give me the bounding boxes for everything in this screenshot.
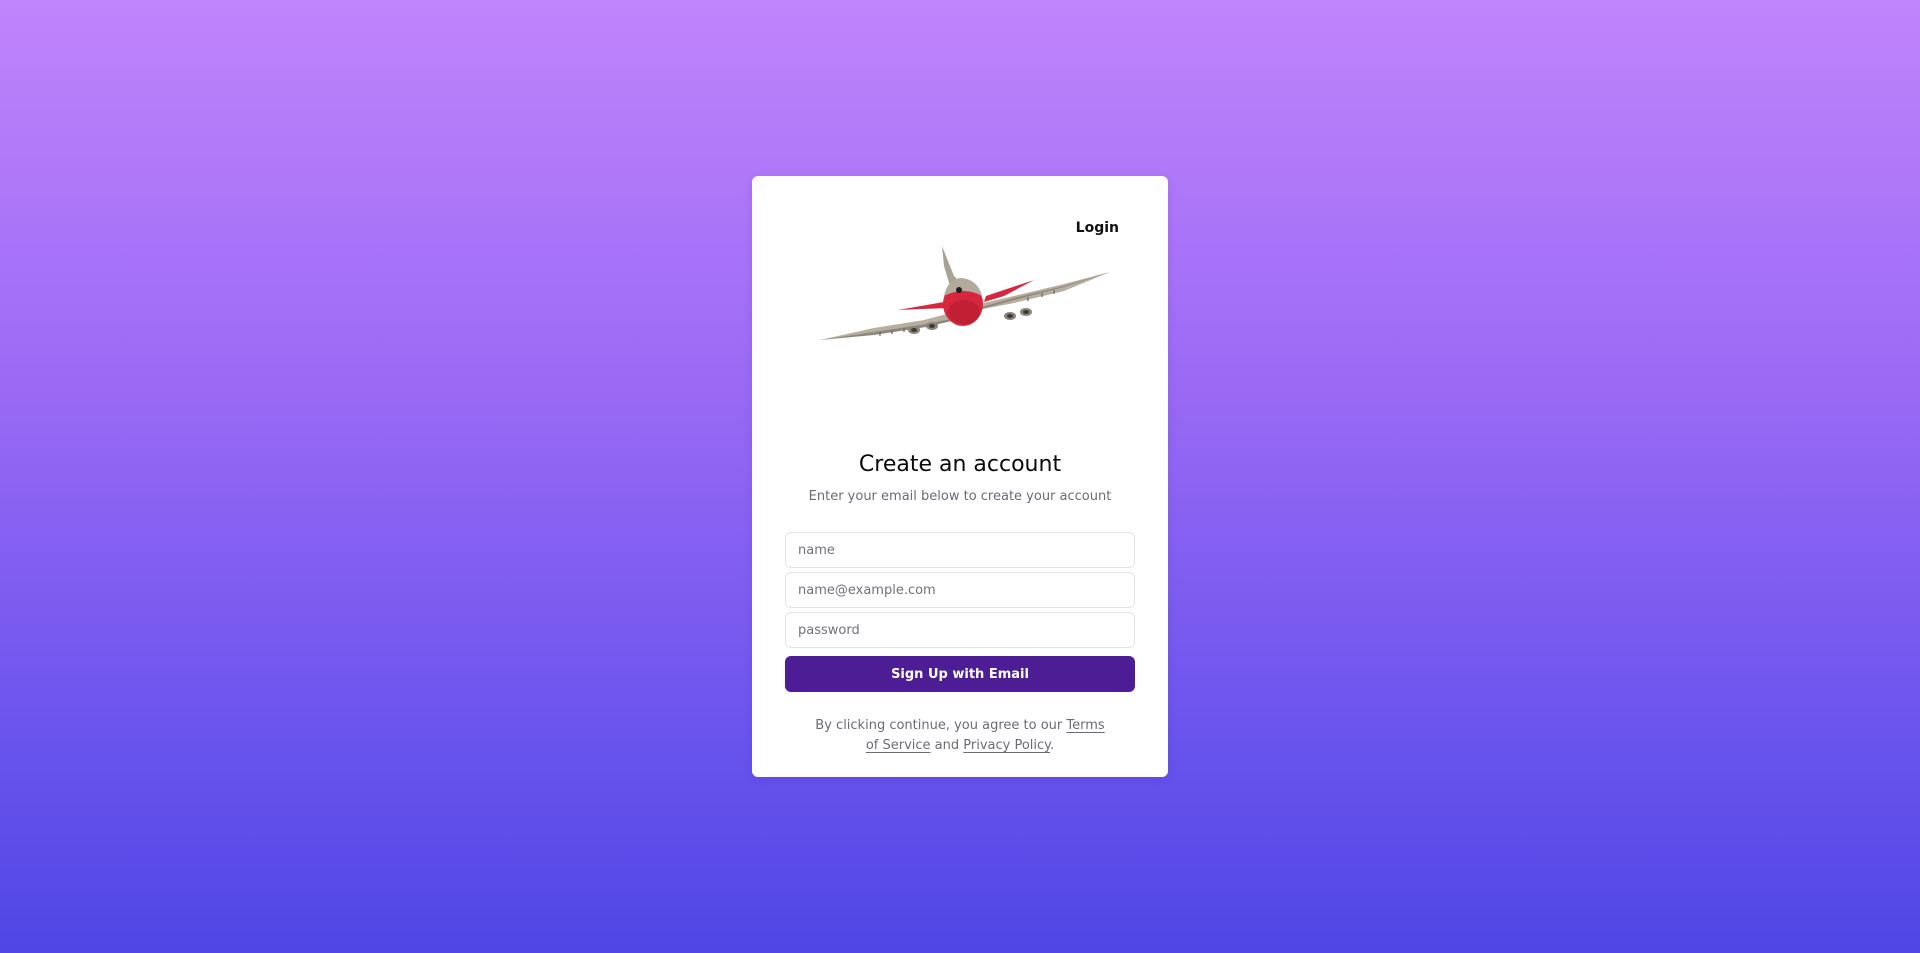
page-title: Create an account [858,452,1062,477]
terms-middle: and [930,738,964,753]
signup-card: Login Create an account Enter your email… [752,176,1168,777]
terms-notice: By clicking continue, you agree to our T… [814,716,1106,756]
terms-suffix: . [1050,738,1055,753]
privacy-policy-link[interactable]: Privacy Policy [963,738,1050,753]
email-input[interactable] [785,572,1135,608]
page-subtitle: Enter your email below to create your ac… [808,489,1112,504]
password-input[interactable] [785,612,1135,648]
login-link[interactable]: Login [1076,218,1119,238]
terms-prefix: By clicking continue, you agree to our [815,718,1067,733]
sign-up-button[interactable]: Sign Up with Email [785,656,1135,692]
airplane-illustration [820,246,1110,340]
name-input[interactable] [785,532,1135,568]
